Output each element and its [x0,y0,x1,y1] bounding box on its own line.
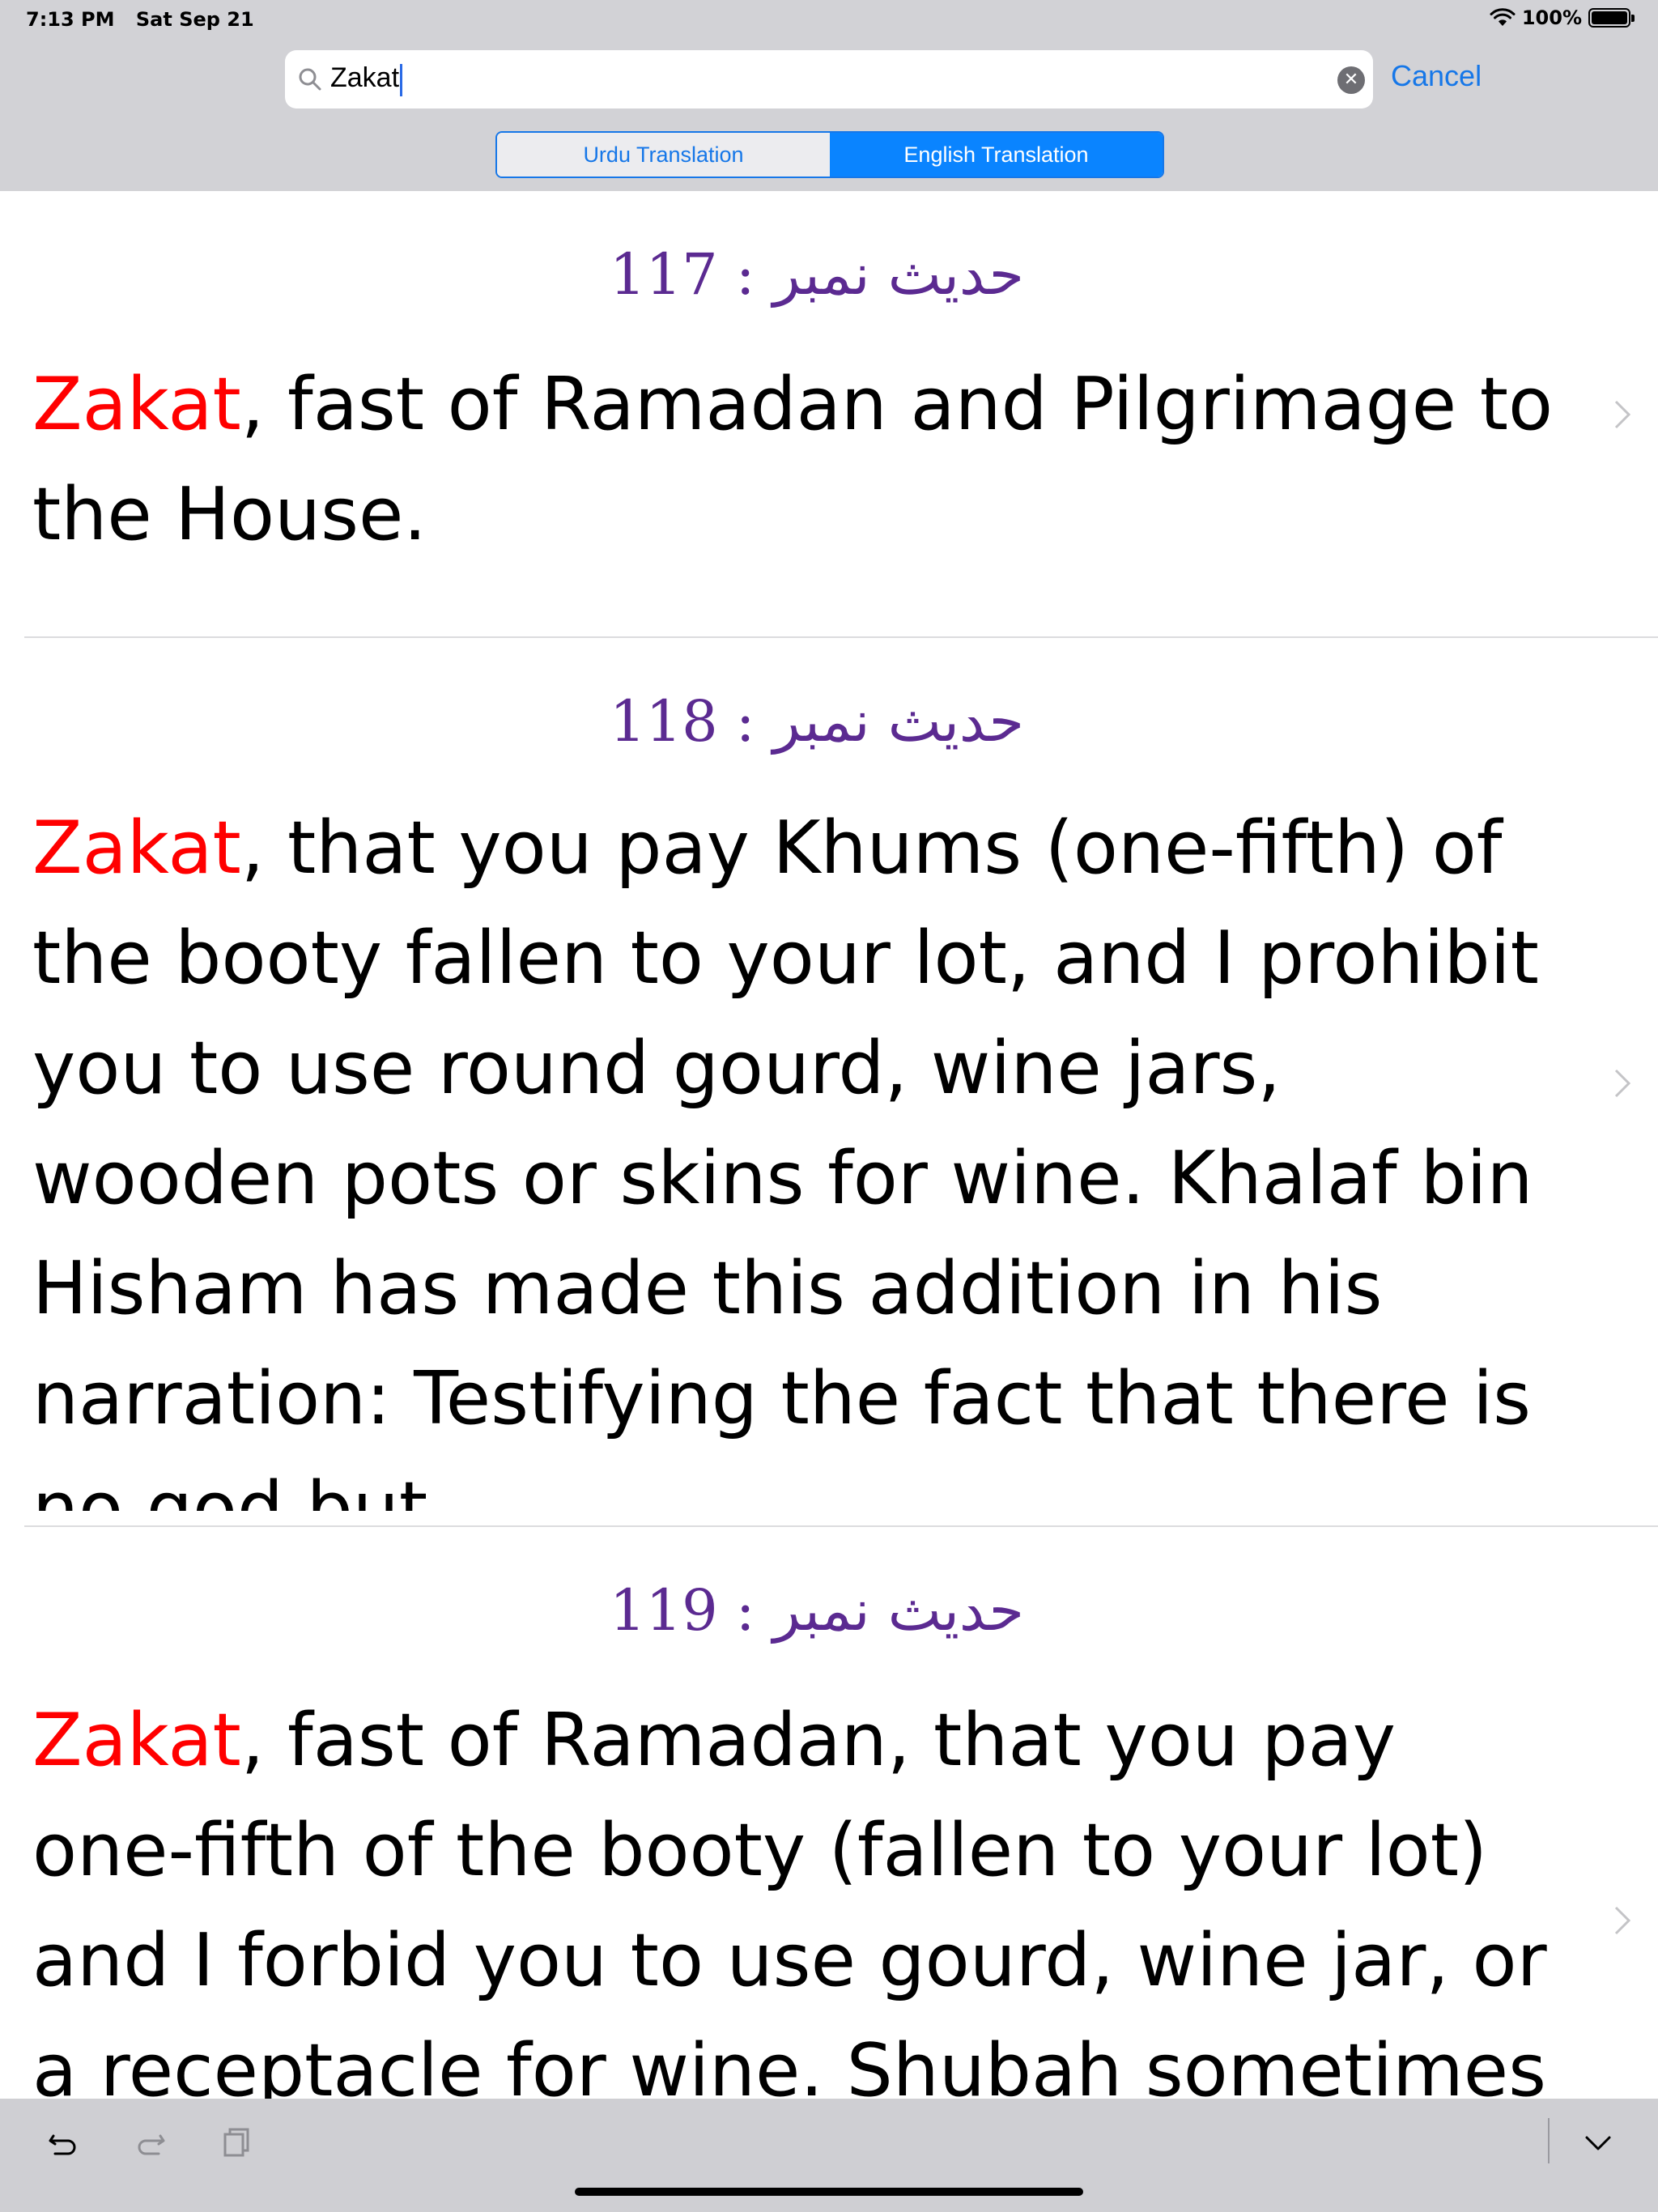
hadith-number-header: 117 حدیث نمبر : [0,191,1658,319]
hadith-number-label: حدیث نمبر : [735,241,1024,308]
list-item[interactable]: 117 حدیث نمبر : Zakat, fast of Ramadan a… [0,191,1658,638]
paste-icon[interactable] [217,2123,256,2162]
keyboard-dismiss-icon[interactable] [1579,2123,1618,2162]
search-highlight: Zakat [32,362,241,447]
search-query: Zakat [330,62,400,94]
results-list: 117 حدیث نمبر : Zakat, fast of Ramadan a… [0,191,1658,2099]
cancel-button[interactable]: Cancel [1391,59,1482,93]
toolbar-separator [1548,2118,1550,2163]
text-caret [400,63,403,96]
hadith-text: Zakat, that you pay Khums (one-fifth) of… [0,766,1658,1511]
list-item[interactable]: 119 حدیث نمبر : Zakat, fast of Ramadan, … [0,1527,1658,2099]
segment-urdu-translation[interactable]: Urdu Translation [497,133,830,177]
hadith-number-value: 119 [610,1577,718,1644]
undo-icon[interactable] [44,2123,83,2162]
search-highlight: Zakat [32,806,241,891]
list-item[interactable]: 118 حدیث نمبر : Zakat, that you pay Khum… [0,638,1658,1527]
search-input[interactable]: Zakat [330,62,403,96]
status-bar-right: 100% [1490,6,1635,29]
hadith-number-header: 118 حدیث نمبر : [0,638,1658,766]
hadith-number-value: 118 [610,688,718,755]
hadith-number-value: 117 [610,241,718,308]
search-highlight: Zakat [32,1698,241,1783]
hadith-number-label: حدیث نمبر : [735,688,1024,755]
hadith-text-body: , fast of Ramadan and Pilgrimage to the … [32,362,1554,557]
clear-search-icon[interactable]: ✕ [1337,66,1365,94]
chevron-right-icon [1614,400,1631,429]
home-indicator[interactable] [575,2188,1083,2196]
battery-icon [1588,8,1635,28]
chevron-right-icon [1614,1069,1631,1098]
battery-percent: 100% [1521,6,1582,29]
redo-icon[interactable] [131,2123,170,2162]
search-icon [299,68,321,91]
status-bar-left: 7:13 PM Sat Sep 21 [26,8,269,31]
hadith-text: Zakat, fast of Ramadan and Pilgrimage to… [0,319,1658,570]
status-date: Sat Sep 21 [135,8,254,31]
hadith-text-body: , that you pay Khums (one-fifth) of the … [32,806,1539,1511]
status-time: 7:13 PM [26,8,115,31]
header: 7:13 PM Sat Sep 21 100% Zakat ✕ Cancel U… [0,0,1658,191]
hadith-text: Zakat, fast of Ramadan, that you pay one… [0,1655,1658,2099]
app: 7:13 PM Sat Sep 21 100% Zakat ✕ Cancel U… [0,0,1658,2212]
search-field[interactable]: Zakat ✕ [285,50,1373,108]
hadith-number-label: حدیث نمبر : [735,1577,1024,1644]
translation-segmented-control: Urdu Translation English Translation [495,131,1164,178]
wifi-icon [1490,8,1516,26]
hadith-text-body: , fast of Ramadan, that you pay one-fift… [32,1698,1547,2099]
segment-english-translation[interactable]: English Translation [830,133,1163,177]
chevron-right-icon [1614,1906,1631,1935]
hadith-number-header: 119 حدیث نمبر : [0,1527,1658,1655]
